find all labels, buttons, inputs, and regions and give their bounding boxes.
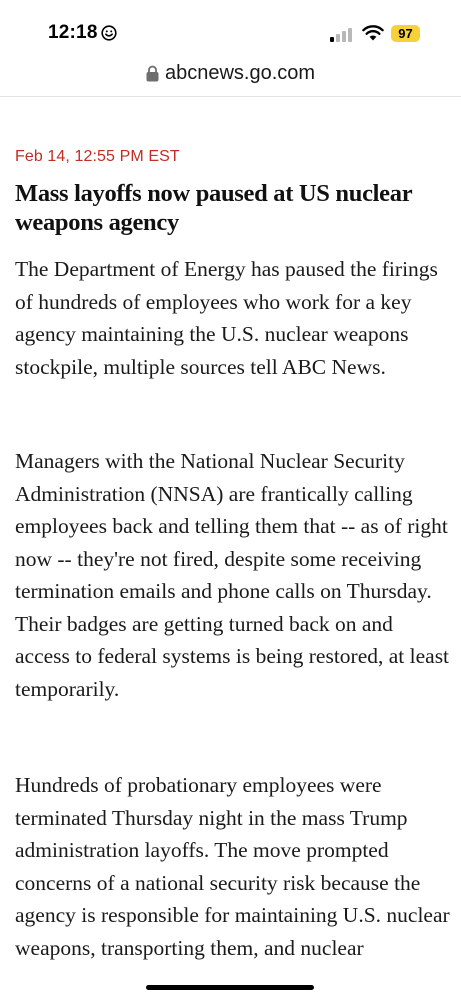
article-paragraph-1: The Department of Energy has paused the … — [15, 257, 438, 379]
smiley-icon — [101, 25, 117, 41]
lock-icon — [146, 65, 159, 82]
status-bar: 12:18 97 — [0, 0, 461, 60]
battery-indicator: 97 — [391, 25, 420, 42]
article-timestamp: Feb 14, 12:55 PM EST — [15, 148, 180, 165]
article-paragraph-2: Managers with the National Nuclear Secur… — [15, 449, 450, 701]
status-time: 12:18 — [48, 22, 98, 43]
article-paragraph-3: Hundreds of probationary employees were … — [15, 773, 450, 960]
address-bar[interactable]: abcnews.go.com — [0, 62, 461, 94]
url-text: abcnews.go.com — [164, 62, 316, 84]
divider — [0, 96, 461, 97]
home-indicator[interactable] — [146, 985, 314, 990]
article-headline: Mass layoffs now paused at US nuclear we… — [15, 180, 412, 236]
cellular-signal-icon — [330, 28, 352, 42]
wifi-icon — [362, 25, 384, 41]
